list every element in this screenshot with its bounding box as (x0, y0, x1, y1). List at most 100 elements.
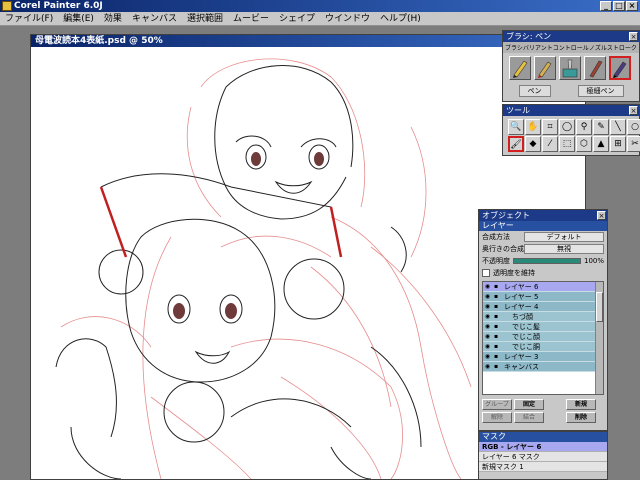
minimize-button[interactable]: _ (600, 1, 612, 11)
mask-row[interactable]: 新規マスク 1 (479, 462, 607, 472)
grabber-icon[interactable]: ✋ (525, 119, 541, 135)
oval-icon[interactable]: ○ (627, 119, 640, 135)
layer-name: レイヤー 4 (504, 302, 539, 311)
depth-label: 奥行きの合成 (482, 245, 524, 253)
lock-icon[interactable]: ▪ (492, 312, 500, 322)
eye-icon[interactable]: ◉ (483, 292, 492, 302)
layer-row[interactable]: ◉ ▪ ちづ顔 (483, 312, 603, 322)
depth-select[interactable]: 無視 (524, 244, 604, 254)
objects-palette-title-text: オブジェクト (482, 211, 530, 220)
mask-list: RGB - レイヤー 6 レイヤー 6 マスク 新規マスク 1 (479, 442, 607, 472)
preserve-transparency-checkbox[interactable] (482, 269, 490, 277)
group-button[interactable]: グループ (482, 399, 512, 410)
maximize-button[interactable]: □ (613, 1, 625, 11)
brush-tabs: ブラシ バリアント コントロール ノズル ストローク (503, 42, 639, 53)
close-icon[interactable]: × (629, 32, 638, 41)
menu-window[interactable]: ウインドウ (320, 12, 375, 25)
close-icon[interactable]: × (597, 211, 606, 220)
menu-edit[interactable]: 編集(E) (58, 12, 99, 25)
layer-row[interactable]: ◉ ▪ でじこ胴 (483, 342, 603, 352)
delete-layer-button[interactable]: 削除 (566, 412, 596, 423)
rect-select-icon[interactable]: ⬚ (559, 136, 575, 152)
menu-effects[interactable]: 効果 (99, 12, 127, 25)
layer-name: レイヤー 3 (504, 352, 539, 361)
layer-adjuster-icon[interactable]: ⊞ (610, 136, 626, 152)
brush-icon[interactable]: 🖌 (508, 136, 524, 152)
tools-palette-title[interactable]: ツール × (503, 105, 639, 116)
merge-button[interactable]: 結合 (514, 412, 544, 423)
tab-stroke[interactable]: ストローク (607, 43, 637, 52)
mask-section-header[interactable]: マスク (479, 432, 607, 442)
tab-nozzle[interactable]: ノズル (589, 43, 607, 52)
opacity-slider[interactable] (513, 258, 581, 264)
brush-category-select[interactable]: ペン (518, 85, 551, 97)
lock-icon[interactable]: ▪ (492, 352, 500, 362)
ink-pen-icon[interactable] (609, 56, 631, 80)
menu-movie[interactable]: ムービー (228, 12, 274, 25)
brush-selectors: ペン 極細ペン (503, 83, 639, 99)
layer-row[interactable]: ◉ ▪ レイヤー 5 (483, 292, 603, 302)
layer-row[interactable]: ◉ ▪ レイヤー 3 (483, 352, 603, 362)
layer-row[interactable]: ◉ ▪ でじこ髪 (483, 322, 603, 332)
close-icon[interactable]: × (629, 106, 638, 115)
lock-icon[interactable]: ▪ (492, 292, 500, 302)
line-icon[interactable]: ╲ (610, 119, 626, 135)
close-button[interactable]: × (626, 1, 638, 11)
layer-scrollbar[interactable] (595, 282, 603, 394)
magic-wand-icon[interactable]: ⚲ (576, 119, 592, 135)
menu-file[interactable]: ファイル(F) (0, 12, 58, 25)
layer-section-header[interactable]: レイヤー (479, 221, 607, 231)
lock-icon[interactable]: ▪ (492, 282, 500, 292)
mask-row[interactable]: レイヤー 6 マスク (479, 452, 607, 462)
lock-icon[interactable]: ▪ (492, 302, 500, 312)
pen-tool-icon[interactable]: ✎ (593, 119, 609, 135)
new-layer-button[interactable]: 新規 (566, 399, 596, 410)
menu-help[interactable]: ヘルプ(H) (375, 12, 426, 25)
pencil-icon[interactable] (509, 56, 531, 80)
layer-name: でじこ髪 (512, 322, 540, 331)
calligraphy-icon[interactable] (584, 56, 606, 80)
eye-icon[interactable]: ◉ (483, 342, 492, 352)
bucket-icon[interactable]: ◆ (525, 136, 541, 152)
magnifier-icon[interactable]: 🔍 (508, 119, 524, 135)
mask-row[interactable]: RGB - レイヤー 6 (479, 442, 607, 452)
tab-brush[interactable]: ブラシ (505, 43, 523, 52)
eye-icon[interactable]: ◉ (483, 352, 492, 362)
tab-control[interactable]: コントロール (553, 43, 589, 52)
layer-scroll-thumb[interactable] (596, 292, 603, 322)
transform-icon[interactable]: ⬡ (576, 136, 592, 152)
dropper-icon[interactable]: ⁄ (542, 136, 558, 152)
eye-icon[interactable]: ◉ (483, 282, 492, 292)
menu-select[interactable]: 選択範囲 (182, 12, 228, 25)
eye-icon[interactable]: ◉ (483, 322, 492, 332)
lock-icon[interactable]: ▪ (492, 332, 500, 342)
objects-palette-title[interactable]: オブジェクト × (479, 210, 607, 221)
crop-icon[interactable]: ⌗ (542, 119, 558, 135)
eye-icon[interactable]: ◉ (483, 302, 492, 312)
brush-variant-select[interactable]: 極細ペン (577, 85, 624, 97)
layer-row[interactable]: ◉ ▪ でじこ顔 (483, 332, 603, 342)
lasso-icon[interactable]: ◯ (559, 119, 575, 135)
3d-icon[interactable]: ▲ (593, 136, 609, 152)
layer-row[interactable]: ◉ ▪ レイヤー 4 (483, 302, 603, 312)
layer-row[interactable]: ◉ ▪ レイヤー 6 (483, 282, 603, 292)
brush-palette-title[interactable]: ブラシ: ペン × (503, 31, 639, 42)
scissors-icon[interactable]: ✂ (627, 136, 640, 152)
fix-button[interactable]: 固定 (514, 399, 544, 410)
mask-palette: マスク RGB - レイヤー 6 レイヤー 6 マスク 新規マスク 1 (478, 431, 608, 480)
menu-shapes[interactable]: シェイプ (274, 12, 320, 25)
ungroup-button[interactable]: 解除 (482, 412, 512, 423)
lock-icon[interactable]: ▪ (492, 322, 500, 332)
eye-icon[interactable]: ◉ (483, 362, 492, 372)
menu-canvas[interactable]: キャンバス (127, 12, 182, 25)
eye-icon[interactable]: ◉ (483, 332, 492, 342)
watercolor-icon[interactable] (559, 56, 581, 80)
eye-icon[interactable]: ◉ (483, 312, 492, 322)
composite-method-select[interactable]: デフォルト (524, 232, 604, 242)
layer-row[interactable]: ◉ ▪ キャンバス (483, 362, 603, 372)
lock-icon[interactable]: ▪ (492, 362, 500, 372)
lock-icon[interactable]: ▪ (492, 342, 500, 352)
pen-icon[interactable] (534, 56, 556, 80)
tab-variant[interactable]: バリアント (523, 43, 553, 52)
opacity-value: 100% (583, 257, 604, 265)
